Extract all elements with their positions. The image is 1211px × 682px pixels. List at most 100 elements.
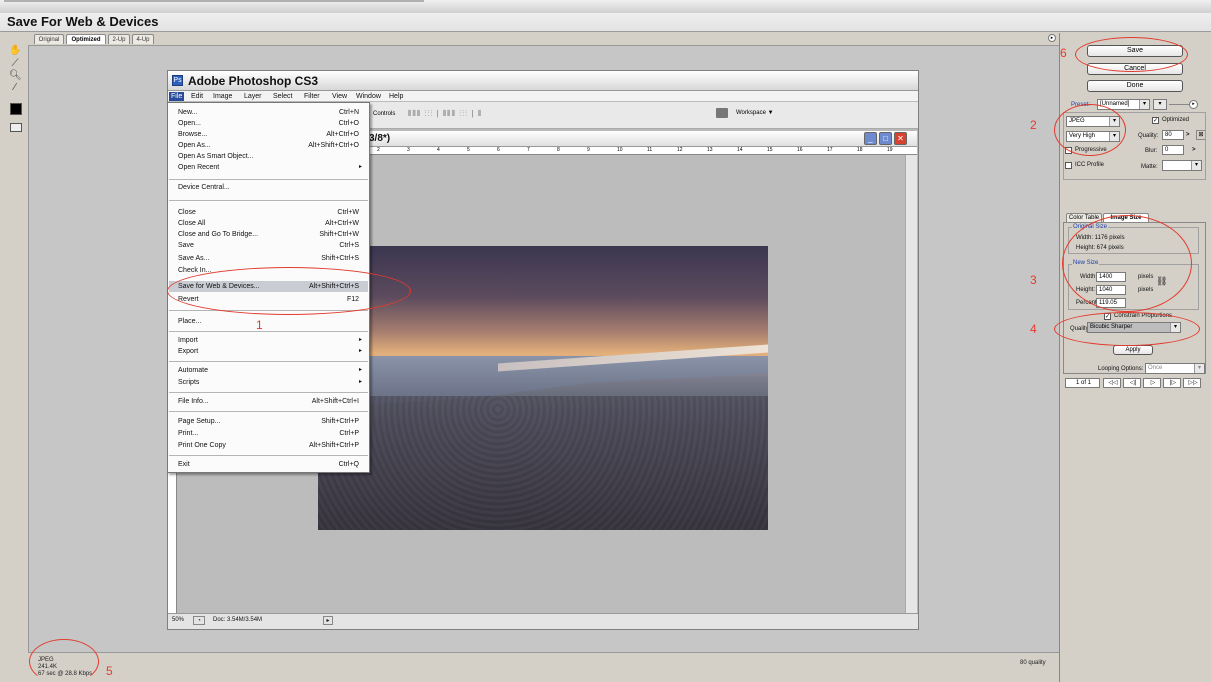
menu-item-device-central[interactable]: Device Central... [169,182,368,193]
annotation-number-3: 3 [1030,273,1037,287]
menu-item-automate[interactable]: Automate ▸ [169,365,368,376]
dialog-title-bar [0,0,1211,32]
eyedropper-tool-icon[interactable]: ⁄ [9,82,21,93]
play-button[interactable]: ▷ [1143,378,1161,388]
menu-image[interactable]: Image [211,92,234,101]
document-status-bar [168,613,918,629]
first-frame-button[interactable]: ◁◁ [1103,378,1121,388]
menu-item-open-smart-object[interactable]: Open As Smart Object... [169,151,368,162]
tool-bar: ✋ ⟋ 🔍︎ ⁄ [0,45,28,657]
document-title-bar [365,131,917,147]
menu-item-page-setup[interactable]: Page Setup... Shift+Ctrl+P [169,416,368,427]
menu-edit[interactable]: Edit [189,92,205,101]
menu-item-save-as[interactable]: Save As... Shift+Ctrl+S [169,253,368,264]
status-menu-icon[interactable]: ◔ [193,616,205,625]
next-frame-button[interactable]: |▷ [1163,378,1181,388]
optimize-menu-icon[interactable]: ▸ [1189,100,1198,109]
menu-item-export[interactable]: Export ▸ [169,346,368,357]
ruler-tick: 4 [437,147,440,153]
menu-item-print-one-copy[interactable]: Print One Copy Alt+Shift+Ctrl+P [169,440,368,451]
ruler-tick: 5 [467,147,470,153]
menu-select[interactable]: Select [271,92,294,101]
preset-divider [1169,104,1189,105]
panel-menu-icon[interactable]: ▸ [1048,34,1056,42]
menu-item-scripts[interactable]: Scripts ▸ [169,377,368,388]
menu-layer[interactable]: Layer [242,92,264,101]
annotation-number-5: 5 [106,664,113,678]
menu-item-import[interactable]: Import ▸ [169,335,368,346]
previous-frame-button[interactable]: ◁| [1123,378,1141,388]
status-quality: 80 quality [1020,660,1046,666]
tab-optimized[interactable]: Optimized [66,34,106,44]
ruler-tick: 11 [647,147,653,153]
menu-item-open-as[interactable]: Open As... Alt+Shift+Ctrl+O [169,140,368,151]
ruler-tick: 15 [767,147,773,153]
menu-item-save[interactable]: Save Ctrl+S [169,240,368,251]
menu-file[interactable]: File [169,92,185,101]
annotation-number-1: 1 [256,318,263,332]
tab-original[interactable]: Original [34,34,64,44]
status-arrow-icon[interactable]: ▸ [323,616,333,625]
menu-item-file-info[interactable]: File Info... Alt+Shift+Ctrl+I [169,396,368,407]
taskbar-strip [0,0,1211,13]
menu-item-close-all[interactable]: Close All Alt+Ctrl+W [169,218,368,229]
controls-label[interactable]: Controls [373,111,395,117]
maximize-icon[interactable]: □ [879,132,892,145]
minimize-icon[interactable]: _ [864,132,877,145]
menu-item-browse[interactable]: Browse... Alt+Ctrl+O [169,129,368,140]
align-icons[interactable]: ⫴⫴⫴ ⫶⫶⫶ | ⫴⫴⫴ ⫶⫶⫶ | ⫴ [408,109,482,119]
dialog-title: Save For Web & Devices [7,14,159,29]
tab-2up[interactable]: 2-Up [108,34,130,44]
workspace-menu[interactable]: Workspace ▼ [736,110,774,116]
looping-select[interactable]: Once ▾ [1145,363,1205,374]
menu-separator [169,411,368,412]
vertical-scrollbar[interactable] [905,155,917,613]
ruler-tick: 19 [887,147,893,153]
last-frame-button[interactable]: ▷▷ [1183,378,1201,388]
eyedropper-color-swatch[interactable] [10,103,22,115]
menu-item-open[interactable]: Open... Ctrl+O [169,118,368,129]
zoom-level[interactable]: 50% [172,616,184,625]
ruler-tick: 17 [827,147,833,153]
preset-menu-button[interactable]: ▾ [1153,99,1167,110]
ruler-tick: 7 [527,147,530,153]
done-button[interactable]: Done [1087,80,1183,92]
menu-item-close-bridge[interactable]: Close and Go To Bridge... Shift+Ctrl+W [169,229,368,240]
annotation-ring-4 [1054,312,1200,346]
tab-4up[interactable]: 4-Up [132,34,154,44]
apply-button[interactable]: Apply [1113,345,1153,355]
menu-item-close[interactable]: Close Ctrl+W [169,207,368,218]
slice-select-tool-icon[interactable]: ⟋ [9,58,21,69]
photoshop-title: Adobe Photoshop CS3 [188,74,318,88]
annotation-ring-2 [1054,104,1126,156]
toggle-slices-icon[interactable] [10,123,22,132]
ruler-tick: 8 [557,147,560,153]
menu-separator [169,200,368,201]
palette-well-icon[interactable] [716,108,728,118]
ruler-tick: 2 [377,147,380,153]
close-icon[interactable]: ✕ [894,132,907,145]
menu-separator [169,392,368,393]
menu-item-place[interactable]: Place... [169,316,368,327]
menu-item-new[interactable]: New... Ctrl+N [169,107,368,118]
annotation-ring-3 [1062,215,1192,312]
ruler-tick: 6 [497,147,500,153]
hand-tool-icon[interactable]: ✋ [9,45,21,56]
ruler-tick: 18 [857,147,863,153]
annotation-number-2: 2 [1030,118,1037,132]
menu-filter[interactable]: Filter [302,92,322,101]
ruler-tick: 16 [797,147,803,153]
ruler-tick: 13 [707,147,713,153]
menu-window[interactable]: Window [354,92,383,101]
menu-item-print[interactable]: Print... Ctrl+P [169,428,368,439]
photoshop-menu-bar: File Edit Image Layer Select Filter View… [168,91,918,102]
menu-item-exit[interactable]: Exit Ctrl+Q [169,459,368,470]
menu-item-open-recent[interactable]: Open Recent ▸ [169,162,368,173]
annotation-ring-1 [167,267,411,315]
looping-label: Looping Options: [1098,366,1144,372]
frame-counter: 1 of 1 [1065,378,1100,388]
doc-size: Doc: 3.54M/3.54M [213,617,263,623]
menu-help[interactable]: Help [387,92,405,101]
menu-view[interactable]: View [330,92,349,101]
zoom-tool-icon[interactable]: 🔍︎ [9,70,22,81]
